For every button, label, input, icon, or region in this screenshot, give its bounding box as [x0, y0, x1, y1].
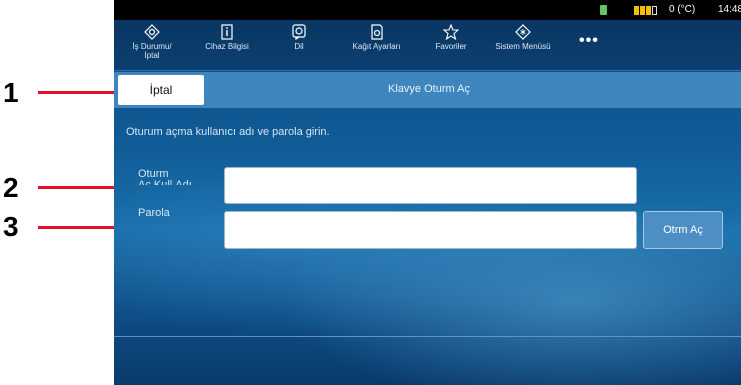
callout-1-line — [38, 91, 114, 94]
toolbar-job-status-label-2: İptal — [144, 51, 160, 60]
toolbar-favorites[interactable]: Favoriler — [426, 24, 476, 51]
username-label-line1: Oturm — [138, 168, 169, 180]
clock: 14:48 — [718, 4, 741, 15]
device-info-icon — [221, 24, 233, 40]
toolbar-paper-settings[interactable]: Kağıt Ayarları — [339, 24, 414, 51]
toner-level-icon — [634, 6, 660, 15]
username-input[interactable] — [224, 167, 637, 204]
toolbar-device-info[interactable]: Cihaz Bilgisi — [192, 24, 262, 51]
callout-1: 1 — [3, 77, 19, 108]
toolbar-system-menu[interactable]: Sistem Menüsü — [489, 24, 557, 51]
toolbar-language[interactable]: Dil — [279, 24, 319, 51]
toolbar-system-menu-label: Sistem Menüsü — [495, 42, 551, 51]
more-icon[interactable]: ••• — [579, 32, 599, 50]
device-screen: 0 (°C) 14:48 İş Durumu/ İptal Cihaz Bilg… — [114, 0, 741, 385]
toolbar-device-info-label: Cihaz Bilgisi — [205, 42, 249, 51]
star-icon — [443, 24, 459, 40]
toolbar-favorites-label: Favoriler — [435, 42, 467, 51]
instruction-text: Oturum açma kullanıcı adı ve parola giri… — [126, 126, 330, 138]
language-icon — [292, 24, 306, 40]
username-label-line2: Aç Kull.Adı — [138, 180, 192, 185]
temperature-readout: 0 (°C) — [669, 4, 696, 15]
divider — [114, 336, 741, 337]
job-status-icon — [144, 24, 160, 40]
username-label: Oturm Aç Kull.Adı — [138, 168, 192, 186]
cancel-button[interactable]: İptal — [118, 75, 204, 105]
status-bar: 0 (°C) 14:48 — [114, 0, 741, 20]
password-input[interactable] — [224, 211, 637, 249]
toolbar-job-status[interactable]: İş Durumu/ İptal — [122, 24, 182, 60]
toolbar: İş Durumu/ İptal Cihaz Bilgisi Dil Kağıt… — [114, 20, 741, 71]
login-button[interactable]: Otrm Aç — [643, 211, 723, 249]
callout-3: 3 — [3, 211, 19, 242]
toolbar-job-status-label: İş Durumu/ — [132, 42, 172, 51]
paper-settings-icon — [370, 24, 383, 40]
password-label: Parola — [138, 207, 170, 219]
callout-2: 2 — [3, 172, 19, 203]
title-bar: İptal Klavye Oturm Aç — [114, 72, 741, 108]
toolbar-language-label: Dil — [294, 42, 304, 51]
page-title: Klavye Oturm Aç — [388, 83, 470, 95]
system-menu-icon — [515, 24, 531, 40]
toolbar-paper-settings-label: Kağıt Ayarları — [352, 42, 401, 51]
storage-icon — [600, 5, 607, 15]
